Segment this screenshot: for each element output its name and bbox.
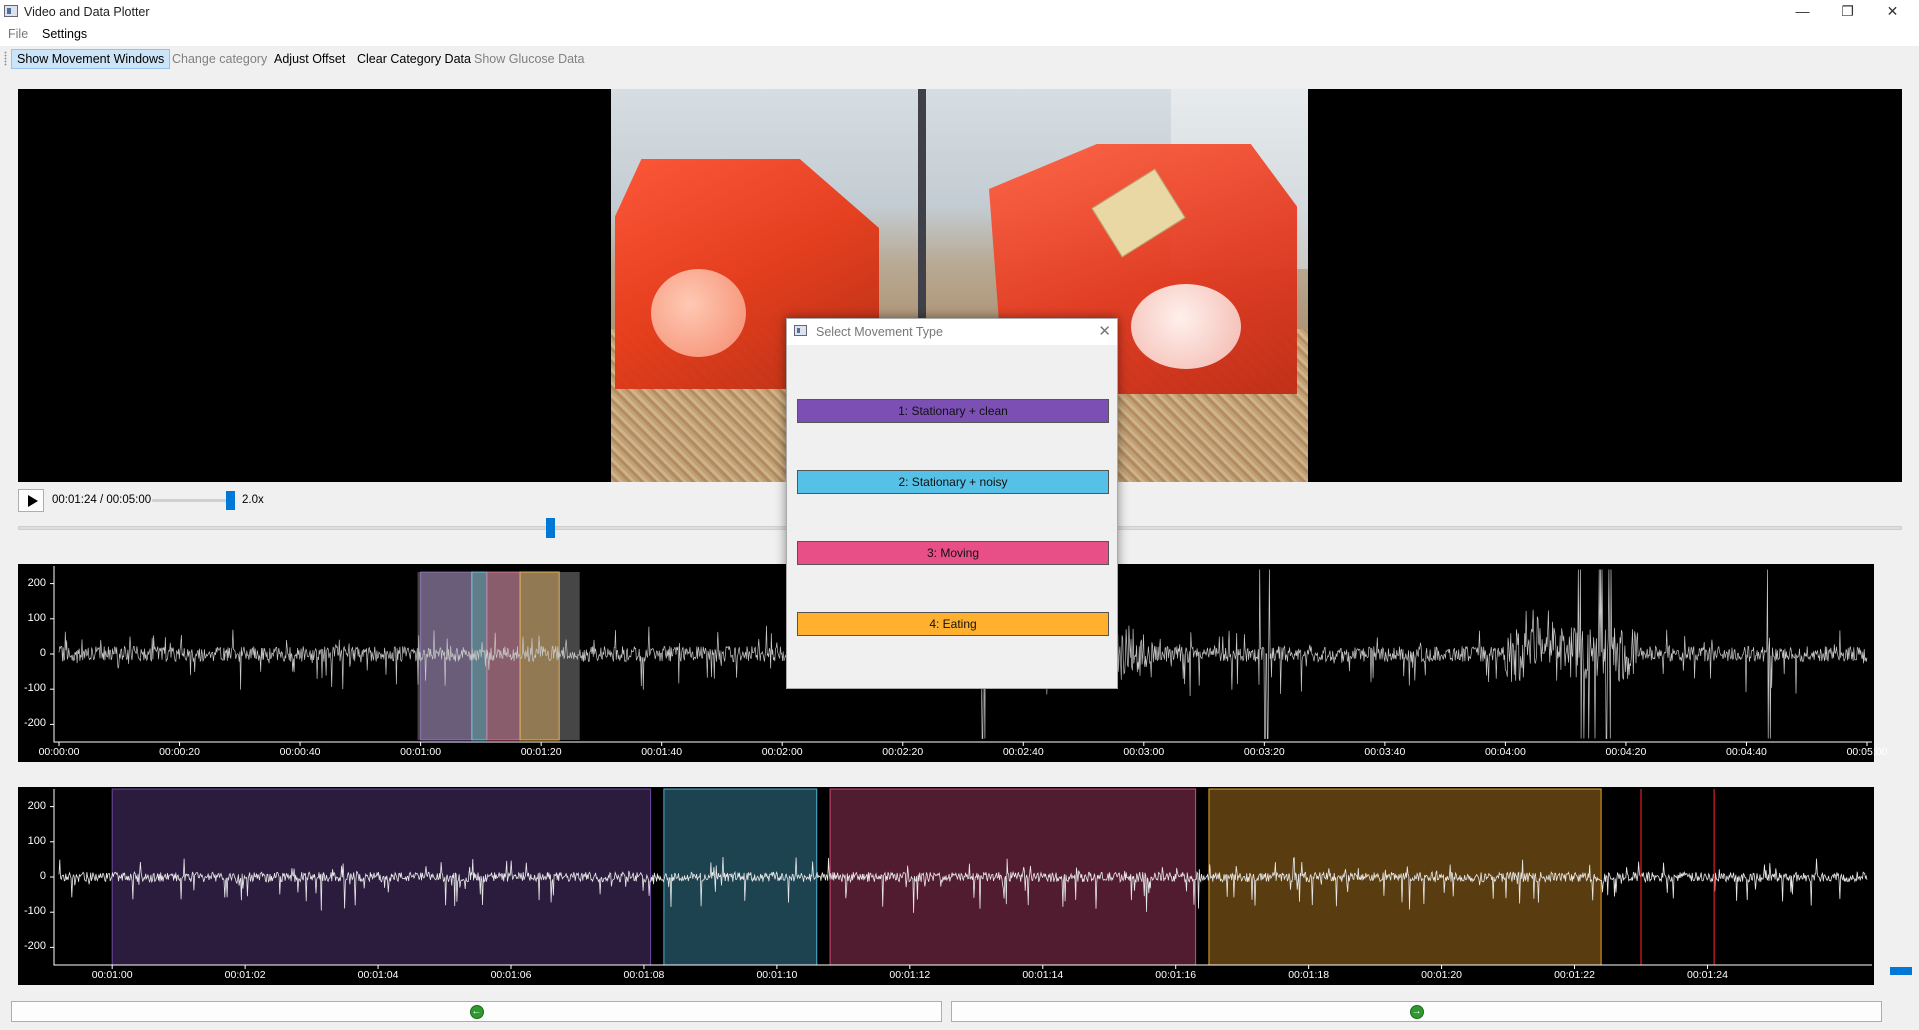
x-tick-label: 00:01:12: [889, 969, 931, 981]
x-tick-label: 00:02:20: [882, 746, 924, 758]
x-tick-label: 00:04:00: [1484, 746, 1526, 758]
x-tick-label: 00:03:40: [1364, 746, 1406, 758]
y-tick-label: 200: [27, 576, 46, 589]
x-tick-label: 00:01:20: [1421, 969, 1463, 981]
category-window-3[interactable]: [829, 788, 1197, 966]
y-tick-label: -100: [23, 682, 46, 695]
x-tick-label: 00:00:00: [38, 746, 80, 758]
app-icon: [4, 5, 18, 17]
toolbar: Show Movement Windows Change category Ad…: [0, 46, 1919, 72]
arrow-left-icon: ←: [469, 1005, 484, 1019]
minimize-button[interactable]: —: [1780, 0, 1825, 24]
y-tick-label: -100: [23, 905, 46, 918]
x-tick-label: 00:02:00: [761, 746, 803, 758]
menu-bar: File Settings: [0, 24, 1919, 46]
movement-eating-button[interactable]: 4: Eating: [797, 612, 1109, 636]
y-tick-label: 0: [39, 647, 46, 659]
speed-slider-handle[interactable]: [225, 491, 235, 510]
menu-file[interactable]: File: [8, 27, 28, 41]
x-tick-label: 00:01:20: [520, 746, 562, 758]
vertical-scroll-handle[interactable]: [1890, 967, 1912, 975]
x-tick-label: 00:01:00: [91, 969, 133, 981]
previous-button[interactable]: ←: [11, 1001, 942, 1022]
next-button[interactable]: →: [951, 1001, 1882, 1022]
clear-category-data-button[interactable]: Clear Category Data: [351, 49, 477, 69]
movement-moving-button[interactable]: 3: Moving: [797, 541, 1109, 565]
y-tick-label: -200: [23, 940, 46, 953]
y-tick-label: 100: [27, 611, 46, 624]
select-movement-type-dialog: Select Movement Type ✕ 1: Stationary + c…: [786, 318, 1118, 689]
x-tick-label: 00:02:40: [1002, 746, 1044, 758]
speed-label: 2.0x: [242, 494, 264, 506]
x-tick-label: 00:01:40: [641, 746, 683, 758]
adjust-offset-button[interactable]: Adjust Offset: [268, 49, 351, 69]
hamster: [651, 269, 746, 357]
x-tick-label: 00:01:24: [1687, 969, 1728, 981]
dialog-title: Select Movement Type: [816, 325, 943, 339]
x-tick-label: 00:01:00: [400, 746, 442, 758]
y-tick-label: 200: [27, 799, 46, 812]
title-bar: Video and Data Plotter — ❐ ✕: [0, 0, 1919, 24]
x-tick-label: 00:01:18: [1288, 969, 1330, 981]
y-tick-label: 0: [39, 870, 46, 882]
change-category-button[interactable]: Change category: [166, 49, 273, 69]
x-tick-label: 00:01:04: [357, 969, 399, 981]
dialog-app-icon: [794, 325, 807, 336]
x-tick-label: 00:01:06: [490, 969, 532, 981]
arrow-right-icon: →: [1409, 1005, 1424, 1019]
dialog-close-icon[interactable]: ✕: [1098, 322, 1111, 340]
x-tick-label: 00:05:00: [1846, 746, 1888, 758]
movement-stationary-noisy-button[interactable]: 2: Stationary + noisy: [797, 470, 1109, 494]
x-tick-label: 00:00:20: [159, 746, 200, 758]
window-title: Video and Data Plotter: [24, 5, 150, 19]
toolbar-grip[interactable]: [4, 51, 7, 66]
zoomed-plot[interactable]: 200 100 0 -100 -200 00:01:00 00:01:02 00:01:04 0…: [18, 787, 1874, 985]
menu-settings[interactable]: Settings: [42, 27, 87, 41]
x-tick-label: 00:01:02: [224, 969, 266, 981]
x-tick-label: 00:01:10: [756, 969, 798, 981]
seek-slider-handle[interactable]: [545, 518, 555, 538]
y-tick-label: -200: [23, 717, 46, 730]
show-glucose-data-button[interactable]: Show Glucose Data: [468, 49, 590, 69]
x-tick-label: 00:01:14: [1022, 969, 1064, 981]
maximize-button[interactable]: ❐: [1825, 0, 1870, 24]
x-tick-label: 00:03:00: [1123, 746, 1165, 758]
speed-slider-track[interactable]: [152, 499, 234, 502]
x-tick-label: 00:00:40: [279, 746, 321, 758]
x-tick-label: 00:01:08: [623, 969, 665, 981]
play-button[interactable]: [18, 489, 44, 512]
time-readout: 00:01:24 / 00:05:00: [52, 494, 152, 506]
x-tick-label: 00:01:22: [1554, 969, 1595, 981]
x-tick-label: 00:04:40: [1726, 746, 1767, 758]
x-tick-label: 00:01:16: [1155, 969, 1197, 981]
movement-stationary-clean-button[interactable]: 1: Stationary + clean: [797, 399, 1109, 423]
show-movement-windows-button[interactable]: Show Movement Windows: [11, 49, 171, 69]
plot-svg: [50, 788, 1872, 969]
dialog-title-bar: Select Movement Type ✕: [787, 319, 1117, 345]
close-button[interactable]: ✕: [1870, 0, 1915, 24]
hamster: [1131, 284, 1241, 369]
x-tick-label: 00:04:20: [1605, 746, 1647, 758]
y-tick-label: 100: [27, 834, 46, 847]
x-tick-label: 00:03:20: [1243, 746, 1285, 758]
